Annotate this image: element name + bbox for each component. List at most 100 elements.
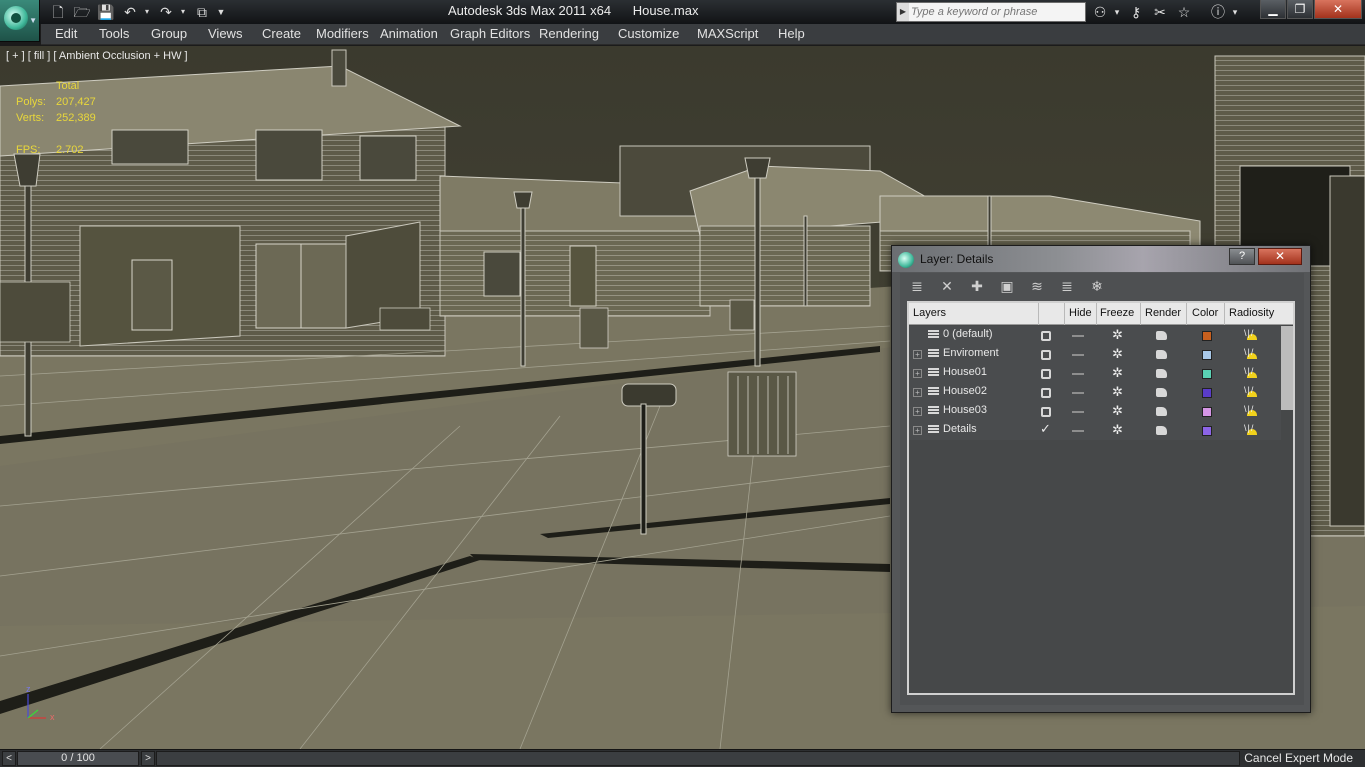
layer-color-swatch[interactable] <box>1202 407 1212 417</box>
radiosity-sun-icon[interactable]: \|/ <box>1244 328 1260 344</box>
search-expand-icon[interactable]: ▶ <box>897 3 909 21</box>
timeline-track[interactable] <box>156 751 1240 766</box>
radiosity-sun-icon[interactable]: \|/ <box>1244 366 1260 382</box>
expand-layer-icon[interactable]: + <box>913 388 922 397</box>
timeline-prev-button[interactable]: < <box>2 751 16 766</box>
render-toggle-icon[interactable] <box>1156 426 1167 435</box>
layer-name[interactable]: 0 (default) <box>943 328 993 340</box>
col-color[interactable]: Color <box>1192 307 1218 319</box>
col-render[interactable]: Render <box>1145 307 1181 319</box>
layer-color-swatch[interactable] <box>1202 331 1212 341</box>
layer-name[interactable]: House02 <box>943 385 987 397</box>
close-window-button[interactable]: ✕ <box>1314 0 1362 19</box>
minimize-button[interactable]: ▁ <box>1260 0 1286 19</box>
menu-edit[interactable]: Edit <box>55 26 77 41</box>
layer-color-swatch[interactable] <box>1202 350 1212 360</box>
save-file-icon[interactable]: 💾 <box>96 3 116 21</box>
redo-dropdown-icon[interactable]: ▾ <box>178 3 188 21</box>
quick-access-customize-icon[interactable]: ▼ <box>214 3 228 21</box>
render-toggle-icon[interactable] <box>1156 407 1167 416</box>
layer-row[interactable]: + House01 ✲ \|/ <box>909 364 1281 383</box>
menu-graph-editors[interactable]: Graph Editors <box>450 26 530 41</box>
hide-all-layers-icon[interactable]: ≣ <box>1056 276 1078 296</box>
layer-row[interactable]: + Details ✓ ✲ \|/ <box>909 421 1281 440</box>
dialog-title-bar[interactable]: Layer: Details ? ✕ <box>892 246 1310 272</box>
layer-name[interactable]: Enviroment <box>943 347 999 359</box>
layer-name[interactable]: House01 <box>943 366 987 378</box>
redo-icon[interactable]: ↷ <box>156 3 176 21</box>
hide-toggle-icon[interactable] <box>1072 411 1084 413</box>
set-current-layer-toggle[interactable] <box>1041 388 1051 398</box>
radiosity-sun-icon[interactable]: \|/ <box>1244 347 1260 363</box>
application-menu-button[interactable]: ▼ <box>0 0 40 42</box>
col-layers[interactable]: Layers <box>913 307 946 319</box>
add-to-layer-icon[interactable]: ✚ <box>966 276 988 296</box>
time-slider[interactable]: 0 / 100 <box>17 751 139 766</box>
menu-create[interactable]: Create <box>262 26 301 41</box>
menu-help[interactable]: Help <box>778 26 805 41</box>
freeze-all-layers-icon[interactable]: ❄ <box>1086 276 1108 296</box>
radiosity-sun-icon[interactable]: \|/ <box>1244 404 1260 420</box>
hide-toggle-icon[interactable] <box>1072 335 1084 337</box>
subscription-key-icon[interactable]: ⚷ <box>1125 3 1147 21</box>
communication-center-icon[interactable]: ✂ <box>1149 3 1171 21</box>
layer-color-swatch[interactable] <box>1202 369 1212 379</box>
timeline-next-button[interactable]: > <box>141 751 155 766</box>
freeze-toggle-icon[interactable]: ✲ <box>1112 365 1123 381</box>
help-dropdown-icon[interactable]: ▾ <box>1230 3 1240 21</box>
set-current-layer-toggle[interactable] <box>1041 350 1051 360</box>
hide-toggle-icon[interactable] <box>1072 354 1084 356</box>
menu-views[interactable]: Views <box>208 26 242 41</box>
layer-row[interactable]: 0 (default) ✲ \|/ <box>909 326 1281 345</box>
layer-row[interactable]: + Enviroment ✲ \|/ <box>909 345 1281 364</box>
menu-tools[interactable]: Tools <box>99 26 129 41</box>
new-file-icon[interactable]: 🗋 <box>48 3 68 21</box>
radiosity-sun-icon[interactable]: \|/ <box>1244 423 1260 439</box>
expand-layer-icon[interactable]: + <box>913 426 922 435</box>
expand-layer-icon[interactable]: + <box>913 350 922 359</box>
select-in-layer-icon[interactable]: ▣ <box>996 276 1018 296</box>
dialog-help-button[interactable]: ? <box>1229 248 1255 265</box>
expand-layer-icon[interactable]: + <box>913 369 922 378</box>
menu-animation[interactable]: Animation <box>380 26 438 41</box>
col-hide[interactable]: Hide <box>1069 307 1092 319</box>
create-layer-icon[interactable]: ≣ <box>906 276 928 296</box>
highlight-layer-icon[interactable]: ≋ <box>1026 276 1048 296</box>
cancel-expert-mode-button[interactable]: Cancel Expert Mode <box>1244 751 1353 765</box>
freeze-toggle-icon[interactable]: ✲ <box>1112 422 1123 438</box>
help-icon[interactable]: ⓘ <box>1207 3 1229 21</box>
render-toggle-icon[interactable] <box>1156 331 1167 340</box>
binoculars-icon[interactable]: ⚇ <box>1089 3 1111 21</box>
expand-layer-icon[interactable]: + <box>913 407 922 416</box>
render-toggle-icon[interactable] <box>1156 369 1167 378</box>
set-current-layer-toggle[interactable] <box>1041 369 1051 379</box>
dialog-close-button[interactable]: ✕ <box>1258 248 1302 265</box>
favorites-star-icon[interactable]: ☆ <box>1173 3 1195 21</box>
menu-modifiers[interactable]: Modifiers <box>316 26 369 41</box>
hide-toggle-icon[interactable] <box>1072 373 1084 375</box>
hide-toggle-icon[interactable] <box>1072 430 1084 432</box>
layer-scrollbar[interactable] <box>1281 326 1293 410</box>
set-current-layer-toggle[interactable] <box>1041 407 1051 417</box>
radiosity-sun-icon[interactable]: \|/ <box>1244 385 1260 401</box>
menu-maxscript[interactable]: MAXScript <box>697 26 758 41</box>
menu-customize[interactable]: Customize <box>618 26 679 41</box>
search-dropdown-icon[interactable]: ▾ <box>1112 3 1122 21</box>
layer-name[interactable]: House03 <box>943 404 987 416</box>
project-folder-icon[interactable]: ⧉ <box>192 3 212 21</box>
layer-name[interactable]: Details <box>943 423 977 435</box>
set-current-layer-toggle[interactable] <box>1041 331 1051 341</box>
render-toggle-icon[interactable] <box>1156 388 1167 397</box>
freeze-toggle-icon[interactable]: ✲ <box>1112 327 1123 343</box>
freeze-toggle-icon[interactable]: ✲ <box>1112 384 1123 400</box>
hide-toggle-icon[interactable] <box>1072 392 1084 394</box>
menu-rendering[interactable]: Rendering <box>539 26 599 41</box>
current-layer-check-icon[interactable]: ✓ <box>1040 421 1051 437</box>
freeze-toggle-icon[interactable]: ✲ <box>1112 403 1123 419</box>
undo-dropdown-icon[interactable]: ▾ <box>142 3 152 21</box>
delete-layer-icon[interactable]: ✕ <box>936 276 958 296</box>
menu-group[interactable]: Group <box>151 26 187 41</box>
viewport-label[interactable]: [ + ] [ fill ] [ Ambient Occlusion + HW … <box>6 50 188 62</box>
col-freeze[interactable]: Freeze <box>1100 307 1134 319</box>
layer-row[interactable]: + House03 ✲ \|/ <box>909 402 1281 421</box>
